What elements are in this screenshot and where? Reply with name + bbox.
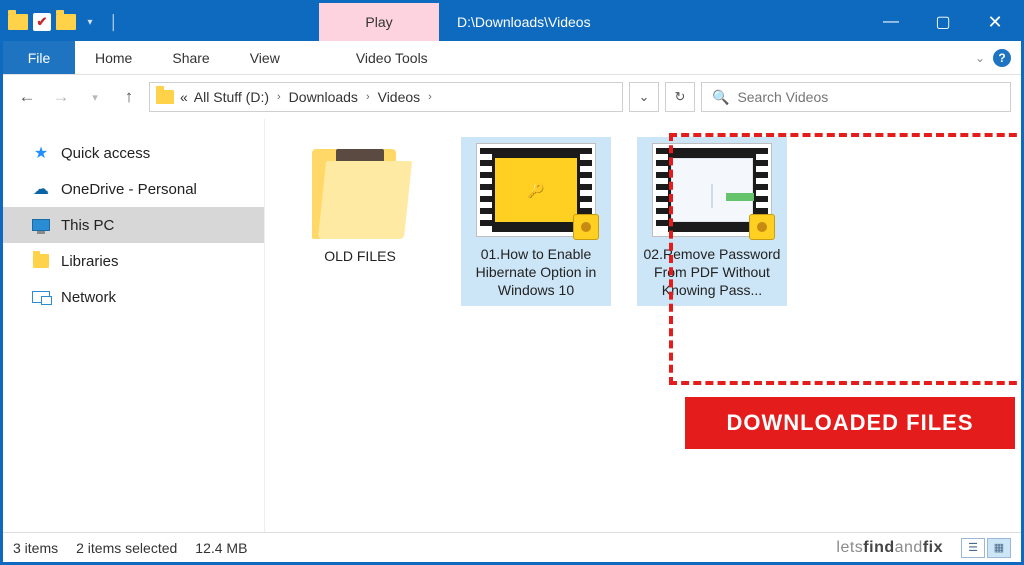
item-caption: 02.Remove Password From PDF Without Know… [641, 245, 783, 300]
player-badge-icon [749, 214, 775, 240]
folder-item[interactable]: OLD FILES [285, 137, 435, 265]
tab-share[interactable]: Share [152, 41, 229, 74]
item-grid: OLD FILES 🔑 01.How to Enable Hibernate O… [285, 137, 1001, 306]
sidebar-item-quick-access[interactable]: ★ Quick access [3, 135, 264, 171]
ribbon-right: ⌄ ? [975, 41, 1021, 74]
contextual-tab-play[interactable]: Play [319, 3, 439, 41]
sidebar-item-onedrive[interactable]: ☁ OneDrive - Personal [3, 171, 264, 207]
status-item-count: 3 items [13, 540, 58, 556]
maximize-button[interactable]: ▢ [917, 3, 969, 41]
video-screen-icon: 🔑 [495, 158, 577, 222]
status-selection-count: 2 items selected [76, 540, 177, 556]
file-menu[interactable]: File [3, 41, 75, 74]
minimize-button[interactable]: — [865, 3, 917, 41]
tab-video-tools[interactable]: Video Tools [336, 41, 448, 74]
window-controls: — ▢ ✕ [865, 3, 1021, 41]
sidebar-item-label: Quick access [61, 145, 150, 162]
folder-thumbnail [312, 143, 408, 239]
chevron-right-icon[interactable]: › [275, 91, 283, 103]
sidebar-item-libraries[interactable]: Libraries [3, 243, 264, 279]
refresh-button[interactable]: ↻ [665, 82, 695, 112]
address-bar[interactable]: « All Stuff (D:) › Downloads › Videos › [149, 82, 623, 112]
ribbon-tabs: Home Share View Video Tools [75, 41, 448, 74]
status-bar: 3 items 2 items selected 12.4 MB letsfin… [3, 532, 1021, 562]
folder-icon[interactable] [7, 11, 29, 33]
annotation-banner: DOWNLOADED FILES [685, 397, 1015, 449]
status-selection-size: 12.4 MB [195, 540, 247, 556]
video-thumbnail [652, 143, 772, 237]
video-item[interactable]: 02.Remove Password From PDF Without Know… [637, 137, 787, 306]
sidebar-item-label: OneDrive - Personal [61, 181, 197, 198]
explorer-window: ✔ ▾ │ Play D:\Downloads\Videos — ▢ ✕ Fil… [0, 0, 1024, 565]
sidebar-item-this-pc[interactable]: This PC [3, 207, 264, 243]
player-badge-icon [573, 214, 599, 240]
breadcrumb-prefix: « [180, 89, 188, 105]
cloud-icon: ☁ [31, 179, 51, 199]
help-icon[interactable]: ? [993, 49, 1011, 67]
properties-icon[interactable]: ✔ [31, 11, 53, 33]
ribbon-collapse-icon[interactable]: ⌄ [975, 51, 985, 65]
window-title: D:\Downloads\Videos [439, 3, 865, 41]
search-input[interactable] [737, 89, 1000, 105]
star-icon: ★ [31, 143, 51, 163]
libraries-icon [31, 251, 51, 271]
title-separator: │ [103, 11, 125, 33]
title-bar: ✔ ▾ │ Play D:\Downloads\Videos — ▢ ✕ [3, 3, 1021, 41]
video-item[interactable]: 🔑 01.How to Enable Hibernate Option in W… [461, 137, 611, 306]
navigation-bar: ← → ▾ ↑ « All Stuff (D:) › Downloads › V… [3, 75, 1021, 119]
pc-icon [31, 215, 51, 235]
breadcrumb-videos[interactable]: Videos [378, 89, 421, 105]
search-box[interactable]: 🔍 [701, 82, 1011, 112]
navigation-pane: ★ Quick access ☁ OneDrive - Personal Thi… [3, 119, 265, 532]
ribbon: File Home Share View Video Tools ⌄ ? [3, 41, 1021, 75]
chevron-right-icon[interactable]: › [426, 91, 434, 103]
item-caption: 01.How to Enable Hibernate Option in Win… [465, 245, 607, 300]
breadcrumb-downloads[interactable]: Downloads [289, 89, 358, 105]
network-icon [31, 287, 51, 307]
quick-access-toolbar: ✔ ▾ │ [3, 3, 129, 41]
sidebar-item-label: Libraries [61, 253, 119, 270]
sidebar-item-label: Network [61, 289, 116, 306]
sidebar-item-network[interactable]: Network [3, 279, 264, 315]
new-folder-icon[interactable] [55, 11, 77, 33]
watermark: letsfindandfix [836, 539, 943, 557]
address-folder-icon [156, 90, 174, 104]
video-thumbnail: 🔑 [476, 143, 596, 237]
chevron-right-icon[interactable]: › [364, 91, 372, 103]
close-button[interactable]: ✕ [969, 3, 1021, 41]
tab-view[interactable]: View [230, 41, 300, 74]
view-toggle: ☰ ▦ [961, 538, 1011, 558]
tab-home[interactable]: Home [75, 41, 152, 74]
body: ★ Quick access ☁ OneDrive - Personal Thi… [3, 119, 1021, 532]
view-details-button[interactable]: ☰ [961, 538, 985, 558]
sidebar-item-label: This PC [61, 217, 114, 234]
breadcrumb-drive[interactable]: All Stuff (D:) [194, 89, 269, 105]
video-screen-icon [671, 158, 753, 222]
nav-forward-button[interactable]: → [47, 83, 75, 111]
nav-history-dropdown[interactable]: ▾ [81, 83, 109, 111]
view-large-icons-button[interactable]: ▦ [987, 538, 1011, 558]
search-icon: 🔍 [712, 89, 729, 106]
nav-up-button[interactable]: ↑ [115, 83, 143, 111]
content-pane[interactable]: OLD FILES 🔑 01.How to Enable Hibernate O… [265, 119, 1021, 532]
nav-back-button[interactable]: ← [13, 83, 41, 111]
qat-customize-icon[interactable]: ▾ [79, 11, 101, 33]
item-caption: OLD FILES [285, 247, 435, 265]
address-history-dropdown[interactable]: ⌄ [629, 82, 659, 112]
